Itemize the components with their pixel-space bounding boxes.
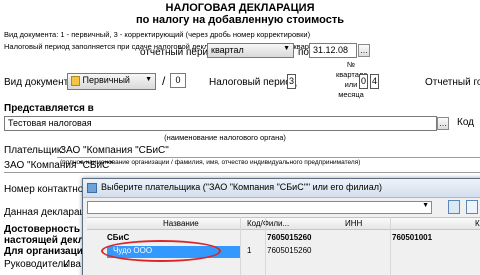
document-icon (71, 75, 80, 86)
grid-separator (265, 217, 266, 275)
quarter-label-4: месяца (338, 90, 364, 99)
head-value[interactable]: Ива (63, 259, 81, 270)
slash-separator: / (162, 74, 166, 88)
tax-period-label: Налоговый период (209, 77, 297, 88)
grid-separator (240, 217, 241, 275)
quarter-label-1: № (346, 60, 356, 69)
row-name: СБиС (107, 233, 130, 242)
tax-authority-button[interactable]: … (437, 117, 449, 130)
po-label: по (298, 47, 309, 58)
highlight-ellipse (101, 240, 221, 262)
chevron-down-icon: ▼ (283, 45, 290, 52)
column-header-inn[interactable]: ИНН (345, 219, 362, 228)
payer-underline-2 (4, 172, 480, 173)
doc-kind-note: Вид документа: 1 - первичный, 3 - коррек… (4, 30, 311, 39)
page-subtitle: по налогу на добавленную стоимость (135, 14, 345, 26)
doc-kind-value: Первичный (82, 75, 130, 85)
chevron-down-icon: ▼ (145, 76, 152, 83)
column-header-name[interactable]: Название (163, 219, 199, 228)
calendar-button[interactable]: … (358, 44, 370, 57)
row-inn: 7605015260 (267, 246, 312, 255)
period-end-date-field[interactable]: 31.12.08 (309, 43, 357, 58)
report-period-value: квартал (211, 45, 244, 55)
column-header-code[interactable]: Код/Фили... (247, 219, 289, 228)
declaration-date-label: Данная деклараци (4, 207, 91, 218)
accuracy-label-2: настоящей декла (4, 235, 90, 246)
code-label: Код (457, 117, 475, 128)
head-label: Руководитель (4, 259, 69, 270)
payer-label: Плательщик: (4, 145, 65, 156)
tax-authority-caption: (наименование налогового органа) (164, 133, 286, 142)
tax-authority-field[interactable]: Тестовая налоговая (4, 116, 437, 131)
dialog-title: Выберите плательщика ("ЗАО "Компания "СБ… (101, 182, 382, 192)
doc-kind-select[interactable]: Первичный ▼ (67, 73, 156, 90)
row-kpp: 760501001 (392, 233, 433, 242)
organization-label: Для организаци (4, 246, 83, 257)
column-header-kpp[interactable]: КП (475, 219, 480, 228)
payer-value[interactable]: ЗАО "Компания "СБиС" (60, 145, 169, 156)
page-title: НАЛОГОВАЯ ДЕКЛАРАЦИЯ (165, 2, 315, 14)
tax-period-field[interactable]: 3 (287, 74, 296, 89)
dialog-filter-select[interactable]: ▼ (87, 201, 432, 214)
dialog-app-icon (87, 183, 97, 193)
report-period-select[interactable]: квартал ▼ (207, 43, 294, 58)
accuracy-label-1: Достоверность и (4, 224, 89, 235)
chevron-down-icon: ▼ (422, 202, 429, 209)
row-inn: 7605015260 (267, 233, 312, 242)
doc-kind-label: Вид документа (4, 77, 74, 88)
dialog-grid-header: Название Код/Фили... ИНН КП (87, 217, 480, 230)
contact-number-label: Номер контактног (4, 184, 87, 195)
payer-value-2[interactable]: ЗАО "Компания "СБиС" (4, 160, 113, 171)
dialog-title-bar[interactable]: Выберите плательщика ("ЗАО "Компания "СБ… (83, 179, 480, 198)
quarter-digit-1[interactable]: 0 (359, 74, 368, 89)
grid-separator (390, 217, 391, 275)
report-year-label: Отчетный го (425, 77, 480, 88)
list-view-icon[interactable] (448, 200, 460, 214)
presented-label: Представляется в (4, 103, 94, 114)
correction-number-field[interactable]: 0 (170, 73, 186, 88)
tree-view-icon[interactable] (466, 200, 478, 214)
payer-underline (57, 157, 480, 158)
quarter-digit-2[interactable]: 4 (370, 74, 379, 89)
row-code: 1 (247, 246, 252, 255)
